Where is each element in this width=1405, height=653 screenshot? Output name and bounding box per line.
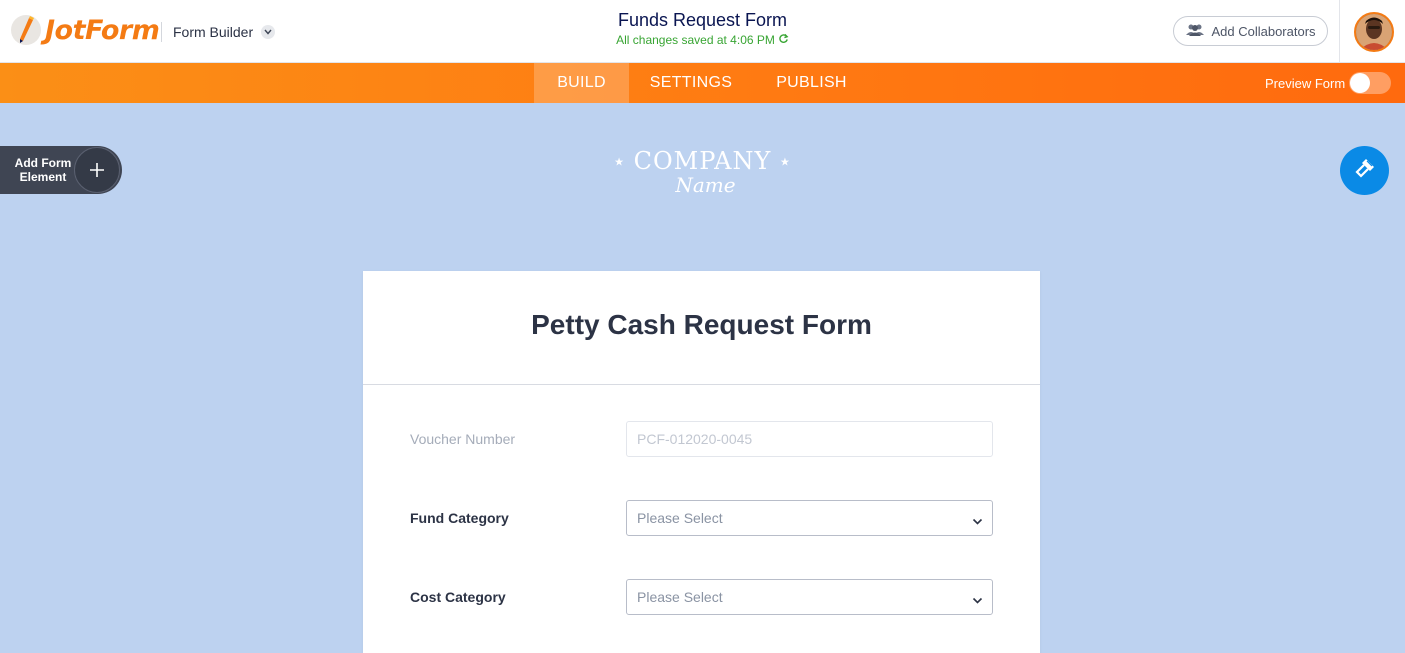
header-divider — [161, 22, 162, 42]
form-heading[interactable]: Petty Cash Request Form — [363, 309, 1040, 341]
company-logo-subtext: Name — [675, 172, 736, 197]
users-icon — [1185, 23, 1205, 40]
add-form-element-label-line1: Add Form — [14, 156, 72, 170]
save-status-text: All changes saved at 4:06 PM — [616, 33, 775, 47]
top-header: JotForm Form Builder Funds Request Form … — [0, 0, 1405, 63]
plus-icon[interactable] — [74, 147, 120, 193]
logo-text: JotForm — [45, 14, 160, 46]
jotform-logo[interactable]: JotForm — [10, 14, 160, 46]
add-collaborators-label: Add Collaborators — [1211, 23, 1316, 39]
company-logo-top: ★ COMPANY ★ — [600, 148, 805, 176]
cost-category-select[interactable]: Please Select — [626, 579, 993, 615]
company-logo[interactable]: ★ COMPANY ★ Name — [600, 148, 805, 197]
fund-category-value: Please Select — [637, 510, 723, 526]
form-title[interactable]: Funds Request Form — [618, 10, 787, 31]
add-collaborators-button[interactable]: Add Collaborators — [1173, 16, 1328, 46]
tab-build[interactable]: BUILD — [534, 63, 629, 103]
paint-roller-icon — [1353, 156, 1377, 185]
tab-settings[interactable]: SETTINGS — [636, 63, 746, 103]
heading-divider — [363, 384, 1040, 385]
star-icon: ★ — [614, 155, 625, 169]
voucher-number-input[interactable]: PCF-012020-0045 — [626, 421, 993, 457]
form-builder-menu[interactable]: Form Builder — [173, 24, 276, 40]
jotform-pencil-icon — [10, 14, 42, 46]
refresh-icon — [778, 33, 789, 47]
company-logo-text: COMPANY — [633, 147, 772, 175]
avatar-divider — [1339, 0, 1340, 63]
form-designer-button[interactable] — [1340, 146, 1389, 195]
cost-category-value: Please Select — [637, 589, 723, 605]
chevron-down-icon — [972, 513, 983, 529]
chevron-down-icon[interactable] — [261, 25, 276, 39]
add-form-element-label: Add Form Element — [8, 156, 78, 184]
fund-category-select[interactable]: Please Select — [626, 500, 993, 536]
user-avatar[interactable] — [1354, 12, 1394, 52]
fund-category-label: Fund Category — [410, 510, 509, 526]
chevron-down-icon — [972, 592, 983, 608]
tab-publish[interactable]: PUBLISH — [760, 63, 863, 103]
form-builder-label: Form Builder — [173, 24, 254, 40]
add-form-element-button[interactable]: Add Form Element — [0, 146, 122, 194]
preview-form-toggle[interactable] — [1349, 72, 1391, 94]
voucher-number-label: Voucher Number — [410, 431, 516, 447]
form-card: Petty Cash Request Form Voucher Number P… — [363, 271, 1040, 653]
builder-nav-bar: BUILD SETTINGS PUBLISH Preview Form — [0, 63, 1405, 103]
preview-form-label: Preview Form — [1265, 75, 1346, 91]
cost-category-label: Cost Category — [410, 589, 506, 605]
add-form-element-label-line2: Element — [19, 170, 67, 184]
toggle-knob — [1350, 73, 1370, 93]
star-icon: ★ — [780, 155, 791, 169]
